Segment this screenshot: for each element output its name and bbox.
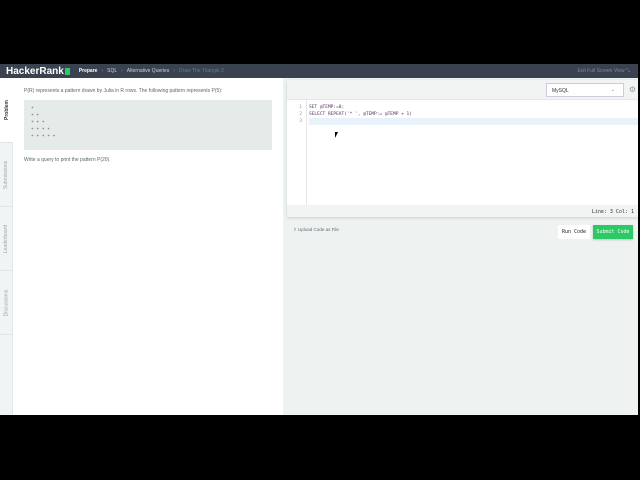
line-number: 3 [299, 119, 302, 124]
run-code-button[interactable]: Run Code [558, 225, 590, 239]
sample-pattern: * * * * * * * * * * * * * * * [24, 100, 272, 150]
breadcrumb-prepare[interactable]: Prepare [79, 68, 98, 74]
tab-problem[interactable]: Problem [0, 78, 13, 143]
exit-full-screen-button[interactable]: Exit Full Screen View ⤡ [577, 68, 630, 74]
code-editor: MySQL ⌄ ⚙ 1 2 3 SET @TEMP:=0; SELECT REPE… [287, 80, 638, 217]
vertical-tabs: Problem Submissions Leaderboard Discussi… [0, 78, 13, 415]
gear-icon[interactable]: ⚙ [629, 85, 636, 94]
top-nav: HackerRank Prepare › SQL › Alternative Q… [0, 64, 638, 78]
code-line: SELECT REPEAT('* ', @TEMP:= @TEMP + 1) [309, 112, 412, 117]
upload-code-link[interactable]: ⇪ Upload Code as File [293, 227, 339, 233]
editor-toolbar: MySQL ⌄ ⚙ [287, 80, 638, 100]
breadcrumb-current: Draw The Triangle 2 [179, 68, 224, 74]
breadcrumb-sql[interactable]: SQL [107, 68, 117, 74]
hackerrank-logo[interactable]: HackerRank [6, 66, 70, 77]
language-select[interactable]: MySQL ⌄ [546, 83, 624, 97]
tab-discussions[interactable]: Discussions [0, 271, 13, 335]
chevron-right-icon: › [101, 68, 104, 74]
tab-leaderboard[interactable]: Leaderboard [0, 207, 13, 271]
breadcrumb-alternative-queries[interactable]: Alternative Queries [127, 68, 170, 74]
logo-mark-icon [64, 67, 70, 75]
problem-intro: P(R) represents a pattern drawn by Julia… [24, 88, 223, 94]
cursor-position: Line: 3 Col: 1 [287, 205, 638, 217]
submit-code-button[interactable]: Submit Code [593, 225, 633, 239]
line-number: 1 [299, 105, 302, 110]
problem-task: Write a query to print the pattern P(20)… [24, 157, 111, 163]
code-line: SET @TEMP:=0; [309, 105, 345, 110]
code-area[interactable]: 1 2 3 SET @TEMP:=0; SELECT REPEAT('* ', … [287, 100, 638, 205]
collapse-icon: ⤡ [625, 68, 630, 74]
chevron-right-icon: › [121, 68, 123, 74]
chevron-right-icon: › [173, 68, 175, 74]
line-number: 2 [299, 112, 302, 117]
line-gutter: 1 2 3 [287, 100, 307, 205]
problem-statement: P(R) represents a pattern drawn by Julia… [13, 78, 283, 415]
code-panel: MySQL ⌄ ⚙ 1 2 3 SET @TEMP:=0; SELECT REPE… [287, 78, 638, 415]
chevron-down-icon: ⌄ [610, 87, 615, 93]
upload-icon: ⇪ [293, 227, 297, 232]
code-line-current [309, 118, 638, 125]
main-area: Problem Submissions Leaderboard Discussi… [0, 78, 638, 415]
tab-submissions[interactable]: Submissions [0, 143, 13, 207]
mouse-pointer-icon [335, 132, 338, 138]
